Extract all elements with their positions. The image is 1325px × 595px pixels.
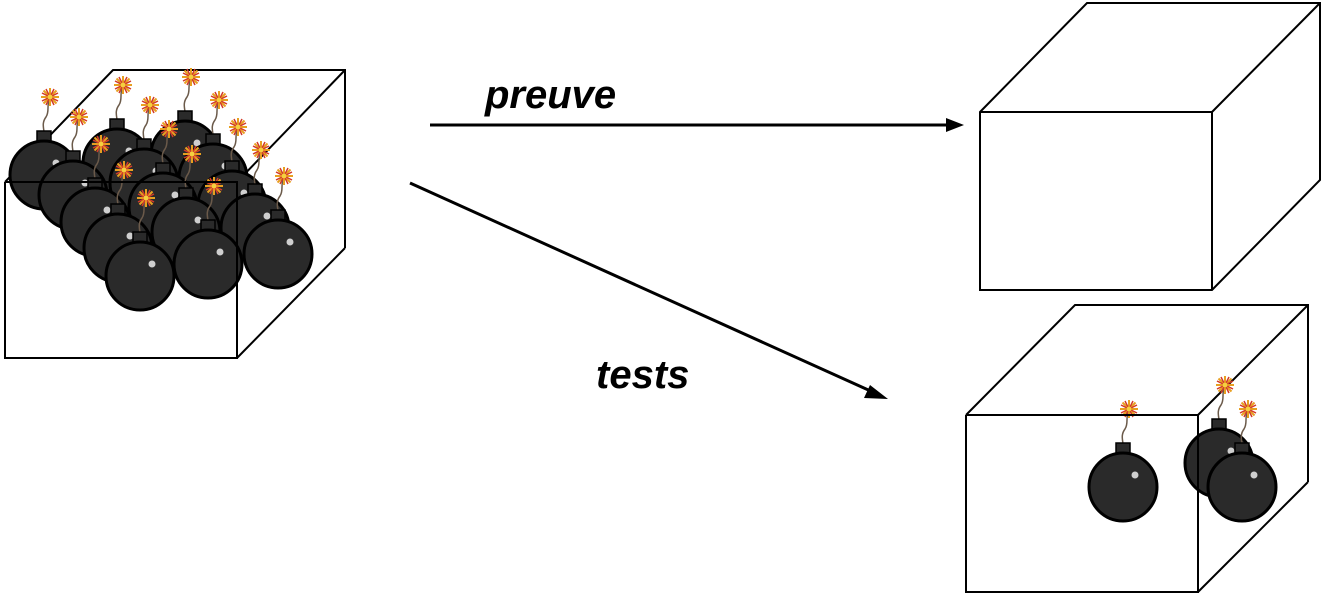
proof-arrow xyxy=(430,118,964,132)
tests-result-box-bombs xyxy=(1087,374,1278,523)
source-box xyxy=(4,66,346,359)
proof-vs-tests-diagram: preuve tests xyxy=(4,1,1321,593)
box-icon xyxy=(979,1,1321,291)
arrowhead-icon xyxy=(864,385,888,399)
tests-result-box xyxy=(965,304,1309,593)
tests-label: tests xyxy=(596,353,689,397)
proof-label: preuve xyxy=(484,73,616,117)
source-box-bombs xyxy=(8,66,314,312)
proof-result-box xyxy=(979,1,1321,291)
arrowhead-icon xyxy=(946,118,964,132)
bomb-icon xyxy=(1087,398,1159,523)
